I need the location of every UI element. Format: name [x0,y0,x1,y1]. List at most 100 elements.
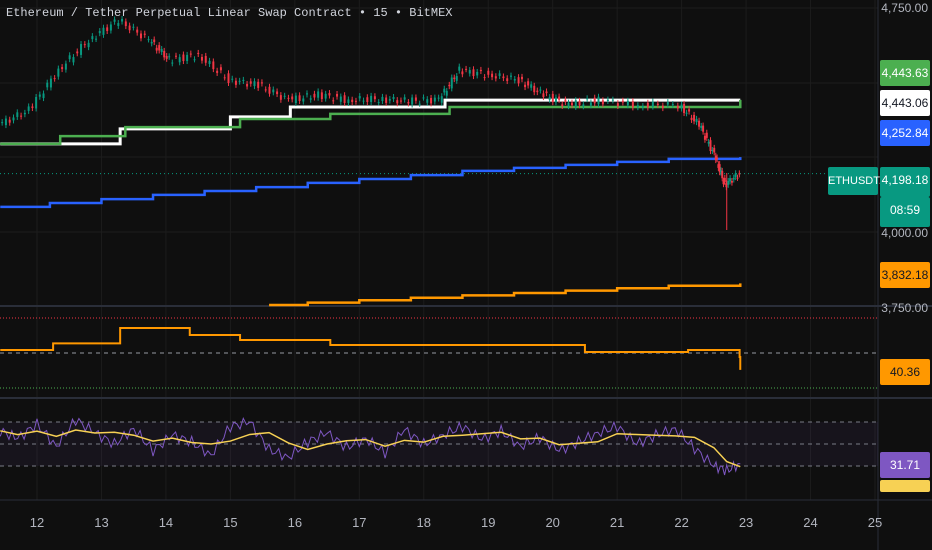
candle [354,100,357,102]
candle [158,45,161,51]
candle [688,109,691,112]
candle [12,117,15,121]
candle [716,157,719,159]
candle [283,95,286,97]
candle [676,105,679,109]
candle [204,55,207,63]
candle [83,44,86,46]
candle [611,99,614,101]
candle [426,99,429,103]
candle [139,33,142,39]
candle [707,141,710,144]
candle [61,67,64,70]
candle [491,73,494,78]
time-axis-label: 24 [803,515,817,530]
candle [597,96,600,105]
candle [443,88,446,93]
candle [530,84,533,88]
candle [729,178,732,182]
candle [734,173,737,178]
candle [238,80,241,82]
series-middle-blue [0,157,742,209]
candle [4,118,7,126]
candle [582,104,585,107]
candle [494,76,497,79]
price-axis-label: 4,750.00 [881,1,928,15]
candle [440,96,443,103]
time-axis-label: 13 [94,515,108,530]
candle [178,57,181,63]
candle [407,102,410,104]
candle [641,106,644,108]
candle [276,91,279,95]
candle [260,82,263,84]
candle [554,97,557,103]
candle [317,91,320,98]
candle [732,177,735,180]
candle [95,38,98,40]
time-axis-label: 20 [545,515,559,530]
candle [347,99,350,103]
candle [396,100,399,104]
candle [143,33,146,35]
panel2-line [0,326,742,370]
candle [589,102,592,106]
candle [72,57,75,63]
candle [705,132,708,138]
candle [502,76,505,79]
candle [242,79,245,81]
candle [174,55,177,57]
time-axis-label: 12 [30,515,44,530]
candle [621,100,624,103]
time-axis-label: 17 [352,515,366,530]
chart-canvas[interactable]: 12 13 14 15 16 17 18 19 20 21 22 23 24 25 4,750.00 4,00… [0,0,932,550]
candle [306,93,309,95]
candle [527,81,530,86]
candle [231,78,234,80]
candle [160,49,163,53]
candle [35,96,38,109]
candle [730,181,733,183]
candle [702,125,705,132]
candle [268,86,271,94]
candle [465,68,468,70]
chart-title: Ethereum / Tether Perpetual Linear Swap … [6,6,453,20]
candle [124,21,127,27]
candle [46,82,49,88]
time-axis-label: 22 [674,515,688,530]
candle [106,27,109,32]
candle [736,177,739,179]
price-axis-label: 3,750.00 [881,301,928,315]
candle [476,71,479,76]
candle [545,91,548,94]
candle [601,100,604,105]
candle [38,94,41,97]
price-label: 4,443.63 [880,60,930,86]
candle [87,42,90,48]
candle [680,104,683,109]
candle [163,50,166,58]
candle [313,93,316,98]
candle [302,98,305,102]
candle [128,25,131,31]
candle [320,92,323,100]
candle [212,61,215,70]
candle [362,100,365,102]
candle [264,89,267,91]
candle [561,104,564,107]
candle [53,78,56,80]
candle [80,44,83,55]
candle [709,140,712,152]
candle [616,103,619,106]
candle [377,102,380,104]
candle [483,77,486,79]
candle [216,70,219,73]
candle [57,68,60,77]
candle [636,105,639,108]
candle [567,102,570,107]
candle [339,96,342,102]
candle [631,101,634,108]
candle [399,100,402,102]
candle [253,81,256,87]
candle [574,100,577,107]
